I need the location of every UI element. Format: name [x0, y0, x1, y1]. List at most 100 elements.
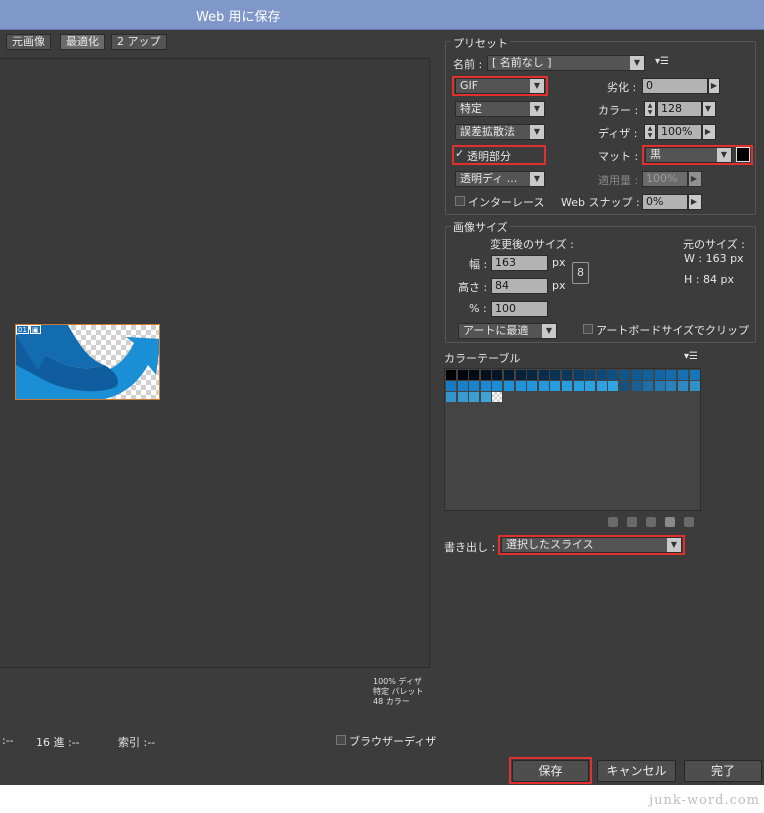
matte-color-swatch[interactable] — [736, 147, 750, 162]
width-field[interactable]: 163 — [491, 255, 548, 271]
transparency-checkbox[interactable]: ✓ — [455, 147, 464, 160]
dither-algorithm-select[interactable]: 誤差拡散法 ▼ — [455, 124, 545, 140]
matte-label: マット : — [598, 150, 639, 163]
color-swatch[interactable] — [457, 392, 468, 402]
tab-optimized[interactable]: 最適化 — [60, 34, 105, 50]
preview-image[interactable]: 01 ▣ — [15, 324, 160, 400]
preset-name-select[interactable]: [ 名前なし ] ▼ — [487, 55, 645, 71]
color-swatch[interactable] — [596, 381, 607, 391]
amount-slider-button[interactable]: ▶ — [688, 171, 702, 187]
color-swatch[interactable] — [678, 370, 688, 380]
color-swatch[interactable] — [666, 381, 677, 391]
export-select[interactable]: 選択したスライス ▼ — [501, 537, 682, 553]
color-swatch[interactable] — [550, 370, 561, 380]
color-table[interactable] — [444, 368, 701, 511]
title-bar: Web 用に保存 — [0, 0, 764, 30]
color-swatch[interactable] — [620, 370, 630, 380]
color-swatch[interactable] — [654, 370, 665, 380]
color-swatch[interactable] — [550, 381, 561, 391]
color-swatch[interactable] — [527, 381, 538, 391]
height-field[interactable]: 84 — [491, 278, 548, 294]
color-swatch[interactable] — [515, 370, 526, 380]
browser-dither-checkbox[interactable] — [336, 735, 346, 745]
color-swatch[interactable] — [469, 370, 480, 380]
color-swatch[interactable] — [446, 392, 456, 402]
arrow-graphic — [16, 325, 159, 399]
color-swatch[interactable] — [631, 370, 642, 380]
quality-select[interactable]: アートに最適 ▼ — [458, 323, 557, 339]
color-swatch[interactable] — [538, 370, 549, 380]
new-color-icon[interactable] — [665, 517, 675, 527]
color-swatch[interactable] — [562, 370, 572, 380]
color-swatch[interactable] — [678, 381, 688, 391]
color-swatch[interactable] — [596, 370, 607, 380]
color-swatch[interactable] — [492, 370, 503, 380]
percent-label: % : — [469, 302, 487, 315]
color-swatch[interactable] — [562, 381, 572, 391]
color-swatch[interactable] — [608, 381, 619, 391]
dither-field[interactable]: 100% — [657, 124, 702, 140]
color-swatch[interactable] — [631, 381, 642, 391]
color-swatch[interactable] — [573, 381, 584, 391]
transparent-swatch[interactable] — [492, 392, 503, 402]
preset-menu-icon[interactable]: ▾☰ — [655, 56, 669, 67]
color-swatch[interactable] — [480, 381, 491, 391]
color-swatch[interactable] — [573, 370, 584, 380]
colors-field[interactable]: 128 — [657, 101, 702, 117]
image-size-group-label: 画像サイズ — [451, 219, 510, 235]
link-icon[interactable]: 8 — [572, 262, 589, 284]
trash-icon[interactable] — [684, 517, 694, 527]
color-swatch[interactable] — [504, 370, 514, 380]
cube-icon[interactable] — [627, 517, 637, 527]
color-swatch[interactable] — [643, 381, 654, 391]
color-swatch[interactable] — [643, 370, 654, 380]
lock-icon[interactable] — [646, 517, 656, 527]
web-shift-icon[interactable] — [608, 517, 618, 527]
matte-select[interactable]: 黒 ▼ — [645, 147, 732, 163]
interlace-checkbox[interactable] — [455, 196, 465, 206]
save-button[interactable]: 保存 — [512, 760, 589, 782]
width-label: 幅 : — [469, 258, 488, 271]
color-swatch[interactable] — [620, 381, 630, 391]
transparency-dither-select[interactable]: 透明ディ ... ▼ — [455, 171, 545, 187]
lossy-field[interactable]: 0 — [642, 78, 708, 94]
percent-field[interactable]: 100 — [491, 301, 548, 317]
color-swatch[interactable] — [446, 381, 456, 391]
dither-stepper[interactable]: ▲ ▼ — [644, 124, 656, 140]
amount-field[interactable]: 100% — [642, 171, 688, 187]
color-swatch[interactable] — [585, 370, 596, 380]
color-table-menu-icon[interactable]: ▾☰ — [684, 351, 698, 362]
reduction-select[interactable]: 特定 ▼ — [455, 101, 545, 117]
lossy-slider-button[interactable]: ▶ — [708, 78, 720, 94]
color-swatch[interactable] — [666, 370, 677, 380]
color-swatch[interactable] — [480, 370, 491, 380]
color-swatch[interactable] — [457, 381, 468, 391]
color-swatch[interactable] — [457, 370, 468, 380]
websnap-field[interactable]: 0% — [642, 194, 688, 210]
color-swatch[interactable] — [469, 392, 480, 402]
color-swatch[interactable] — [585, 381, 596, 391]
colors-dropdown[interactable]: ▼ — [702, 101, 716, 117]
cancel-button[interactable]: キャンセル — [597, 760, 676, 782]
color-swatch[interactable] — [654, 381, 665, 391]
done-button[interactable]: 完了 — [684, 760, 762, 782]
colors-stepper[interactable]: ▲ ▼ — [644, 101, 656, 117]
color-swatch[interactable] — [492, 381, 503, 391]
color-swatch[interactable] — [469, 381, 480, 391]
websnap-slider-button[interactable]: ▶ — [688, 194, 702, 210]
color-swatch[interactable] — [538, 381, 549, 391]
color-swatch[interactable] — [504, 381, 514, 391]
tab-2up[interactable]: 2 アップ — [111, 34, 167, 50]
dither-slider-button[interactable]: ▶ — [702, 124, 716, 140]
color-swatch[interactable] — [446, 370, 456, 380]
color-swatch[interactable] — [515, 381, 526, 391]
tab-original[interactable]: 元画像 — [6, 34, 51, 50]
color-swatch[interactable] — [608, 370, 619, 380]
color-swatch[interactable] — [689, 370, 700, 380]
format-select[interactable]: GIF ▼ — [455, 78, 545, 94]
color-swatch[interactable] — [527, 370, 538, 380]
browser-dither-label: ブラウザーディザ — [349, 735, 437, 748]
color-swatch[interactable] — [480, 392, 491, 402]
color-swatch[interactable] — [689, 381, 700, 391]
clip-artboard-checkbox[interactable] — [583, 324, 593, 334]
